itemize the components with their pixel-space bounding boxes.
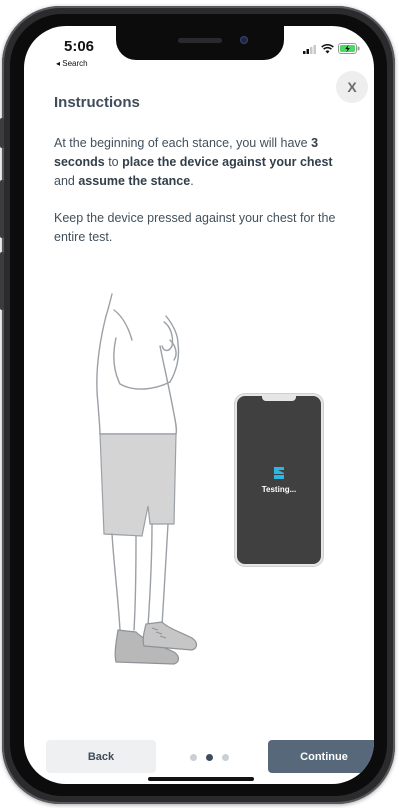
- battery-charging-icon: [338, 43, 360, 54]
- legs: [111, 523, 169, 631]
- shorts: [99, 433, 177, 537]
- page-dot-2-active: [206, 754, 213, 761]
- home-indicator[interactable]: [148, 777, 254, 781]
- front-shoe: [142, 621, 198, 651]
- status-time: 5:06: [64, 38, 95, 55]
- speaker: [178, 38, 222, 43]
- wifi-icon: [321, 43, 334, 53]
- testing-label: Testing...: [261, 485, 297, 494]
- signal-icon: [303, 44, 316, 54]
- mute-switch: [0, 118, 4, 148]
- person-figure: [96, 293, 180, 435]
- page-dot-1: [190, 754, 197, 761]
- testing-phone: Testing...: [235, 394, 323, 566]
- back-shoe: [114, 629, 180, 665]
- volume-up-button: [0, 180, 4, 238]
- continue-button[interactable]: Continue: [268, 740, 374, 773]
- back-button[interactable]: Back: [46, 740, 156, 773]
- mini-phone-notch: [262, 396, 296, 401]
- instructions-paragraph-2: Keep the device pressed against your che…: [54, 211, 336, 244]
- page-dot-3: [222, 754, 229, 761]
- front-camera: [240, 36, 248, 44]
- notch: [116, 26, 284, 60]
- back-to-search-link[interactable]: ◂ Search: [56, 59, 88, 68]
- shoe-laces: [151, 627, 167, 639]
- app-logo-icon: [274, 467, 284, 479]
- volume-down-button: [0, 252, 4, 310]
- bottom-navigation: Back Continue: [24, 738, 374, 774]
- status-icons: [303, 43, 360, 54]
- instructions-paragraph-1: At the beginning of each stance, you wil…: [54, 136, 333, 188]
- instructions-title: Instructions: [54, 94, 140, 111]
- app-screen: 5:06 ◂ Search X Instructions At the begi…: [24, 26, 374, 784]
- close-button[interactable]: X: [336, 71, 368, 103]
- page-indicator: [190, 754, 229, 761]
